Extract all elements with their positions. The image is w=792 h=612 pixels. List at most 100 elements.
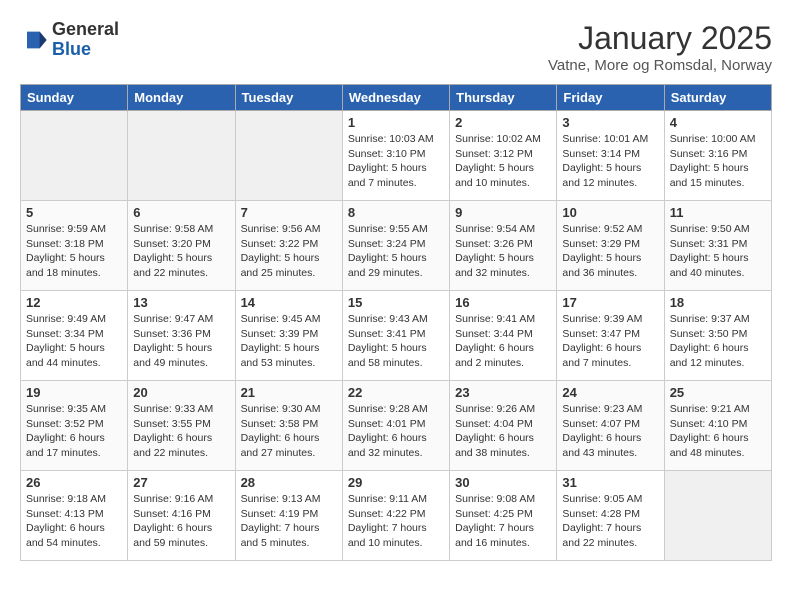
- day-number: 6: [133, 205, 229, 220]
- calendar-cell: 1 Sunrise: 10:03 AM Sunset: 3:10 PM Dayli…: [342, 111, 449, 201]
- day-info: Sunrise: 9:05 AM Sunset: 4:28 PM Dayligh…: [562, 492, 658, 551]
- day-info: Sunrise: 9:13 AM Sunset: 4:19 PM Dayligh…: [241, 492, 337, 551]
- calendar-cell: 26Sunrise: 9:18 AM Sunset: 4:13 PM Dayli…: [21, 471, 128, 561]
- logo-blue: Blue: [52, 40, 119, 60]
- day-info: Sunrise: 10:02 AM Sunset: 3:12 PM Daylig…: [455, 132, 551, 191]
- day-info: Sunrise: 9:33 AM Sunset: 3:55 PM Dayligh…: [133, 402, 229, 461]
- day-number: 16: [455, 295, 551, 310]
- calendar-cell: 29Sunrise: 9:11 AM Sunset: 4:22 PM Dayli…: [342, 471, 449, 561]
- calendar-cell: [21, 111, 128, 201]
- day-info: Sunrise: 9:47 AM Sunset: 3:36 PM Dayligh…: [133, 312, 229, 371]
- day-number: 24: [562, 385, 658, 400]
- calendar-cell: 11 Sunrise: 9:50 AM Sunset: 3:31 PM Dayli…: [664, 201, 771, 291]
- calendar-cell: 18 Sunrise: 9:37 AM Sunset: 3:50 PM Dayli…: [664, 291, 771, 381]
- day-info: Sunrise: 9:08 AM Sunset: 4:25 PM Dayligh…: [455, 492, 551, 551]
- calendar-cell: 20 Sunrise: 9:33 AM Sunset: 3:55 PM Dayli…: [128, 381, 235, 471]
- day-header-sunday: Sunday: [21, 85, 128, 111]
- logo: General Blue: [20, 20, 119, 60]
- calendar-cell: 5Sunrise: 9:59 AM Sunset: 3:18 PM Daylig…: [21, 201, 128, 291]
- day-number: 11: [670, 205, 766, 220]
- day-info: Sunrise: 9:30 AM Sunset: 3:58 PM Dayligh…: [241, 402, 337, 461]
- day-header-tuesday: Tuesday: [235, 85, 342, 111]
- day-info: Sunrise: 9:28 AM Sunset: 4:01 PM Dayligh…: [348, 402, 444, 461]
- day-info: Sunrise: 9:23 AM Sunset: 4:07 PM Dayligh…: [562, 402, 658, 461]
- title-block: January 2025 Vatne, More og Romsdal, Nor…: [548, 20, 772, 74]
- day-info: Sunrise: 9:59 AM Sunset: 3:18 PM Dayligh…: [26, 222, 122, 281]
- day-number: 8: [348, 205, 444, 220]
- day-number: 20: [133, 385, 229, 400]
- calendar-cell: 19Sunrise: 9:35 AM Sunset: 3:52 PM Dayli…: [21, 381, 128, 471]
- day-number: 14: [241, 295, 337, 310]
- calendar-cell: 28Sunrise: 9:13 AM Sunset: 4:19 PM Dayli…: [235, 471, 342, 561]
- day-info: Sunrise: 9:37 AM Sunset: 3:50 PM Dayligh…: [670, 312, 766, 371]
- calendar-cell: 7Sunrise: 9:56 AM Sunset: 3:22 PM Daylig…: [235, 201, 342, 291]
- day-info: Sunrise: 9:11 AM Sunset: 4:22 PM Dayligh…: [348, 492, 444, 551]
- page-header: General Blue January 2025 Vatne, More og…: [20, 20, 772, 74]
- calendar-week-2: 5Sunrise: 9:59 AM Sunset: 3:18 PM Daylig…: [21, 201, 772, 291]
- day-header-monday: Monday: [128, 85, 235, 111]
- day-header-thursday: Thursday: [450, 85, 557, 111]
- day-info: Sunrise: 9:45 AM Sunset: 3:39 PM Dayligh…: [241, 312, 337, 371]
- day-number: 2: [455, 115, 551, 130]
- day-number: 21: [241, 385, 337, 400]
- day-number: 27: [133, 475, 229, 490]
- calendar-cell: 17Sunrise: 9:39 AM Sunset: 3:47 PM Dayli…: [557, 291, 664, 381]
- calendar-cell: 24 Sunrise: 9:23 AM Sunset: 4:07 PM Dayli…: [557, 381, 664, 471]
- day-number: 26: [26, 475, 122, 490]
- calendar-cell: 13Sunrise: 9:47 AM Sunset: 3:36 PM Dayli…: [128, 291, 235, 381]
- day-info: Sunrise: 9:54 AM Sunset: 3:26 PM Dayligh…: [455, 222, 551, 281]
- day-info: Sunrise: 10:00 AM Sunset: 3:16 PM Daylig…: [670, 132, 766, 191]
- calendar-cell: 8 Sunrise: 9:55 AM Sunset: 3:24 PM Daylig…: [342, 201, 449, 291]
- day-info: Sunrise: 9:50 AM Sunset: 3:31 PM Dayligh…: [670, 222, 766, 281]
- day-info: Sunrise: 9:41 AM Sunset: 3:44 PM Dayligh…: [455, 312, 551, 371]
- calendar-cell: 3Sunrise: 10:01 AM Sunset: 3:14 PM Dayli…: [557, 111, 664, 201]
- day-number: 10: [562, 205, 658, 220]
- day-number: 12: [26, 295, 122, 310]
- calendar-cell: [664, 471, 771, 561]
- calendar-cell: 6 Sunrise: 9:58 AM Sunset: 3:20 PM Daylig…: [128, 201, 235, 291]
- calendar-week-4: 19Sunrise: 9:35 AM Sunset: 3:52 PM Dayli…: [21, 381, 772, 471]
- calendar-cell: 15 Sunrise: 9:43 AM Sunset: 3:41 PM Dayli…: [342, 291, 449, 381]
- day-info: Sunrise: 10:03 AM Sunset: 3:10 PM Daylig…: [348, 132, 444, 191]
- day-info: Sunrise: 9:58 AM Sunset: 3:20 PM Dayligh…: [133, 222, 229, 281]
- calendar-header-row: SundayMondayTuesdayWednesdayThursdayFrid…: [21, 85, 772, 111]
- day-number: 18: [670, 295, 766, 310]
- day-number: 31: [562, 475, 658, 490]
- day-info: Sunrise: 9:26 AM Sunset: 4:04 PM Dayligh…: [455, 402, 551, 461]
- day-number: 19: [26, 385, 122, 400]
- logo-icon: [20, 26, 48, 54]
- day-info: Sunrise: 9:56 AM Sunset: 3:22 PM Dayligh…: [241, 222, 337, 281]
- calendar: SundayMondayTuesdayWednesdayThursdayFrid…: [20, 84, 772, 561]
- calendar-cell: [128, 111, 235, 201]
- day-info: Sunrise: 9:21 AM Sunset: 4:10 PM Dayligh…: [670, 402, 766, 461]
- day-number: 9: [455, 205, 551, 220]
- calendar-cell: 14 Sunrise: 9:45 AM Sunset: 3:39 PM Dayli…: [235, 291, 342, 381]
- calendar-cell: 2 Sunrise: 10:02 AM Sunset: 3:12 PM Dayli…: [450, 111, 557, 201]
- calendar-cell: 16 Sunrise: 9:41 AM Sunset: 3:44 PM Dayli…: [450, 291, 557, 381]
- day-info: Sunrise: 9:55 AM Sunset: 3:24 PM Dayligh…: [348, 222, 444, 281]
- calendar-cell: 27 Sunrise: 9:16 AM Sunset: 4:16 PM Dayli…: [128, 471, 235, 561]
- calendar-cell: 12 Sunrise: 9:49 AM Sunset: 3:34 PM Dayli…: [21, 291, 128, 381]
- day-number: 15: [348, 295, 444, 310]
- calendar-week-1: 1 Sunrise: 10:03 AM Sunset: 3:10 PM Dayli…: [21, 111, 772, 201]
- calendar-cell: 23 Sunrise: 9:26 AM Sunset: 4:04 PM Dayli…: [450, 381, 557, 471]
- day-number: 4: [670, 115, 766, 130]
- month-title: January 2025: [548, 20, 772, 57]
- day-header-wednesday: Wednesday: [342, 85, 449, 111]
- day-number: 25: [670, 385, 766, 400]
- day-number: 22: [348, 385, 444, 400]
- day-info: Sunrise: 9:49 AM Sunset: 3:34 PM Dayligh…: [26, 312, 122, 371]
- day-info: Sunrise: 10:01 AM Sunset: 3:14 PM Daylig…: [562, 132, 658, 191]
- day-info: Sunrise: 9:16 AM Sunset: 4:16 PM Dayligh…: [133, 492, 229, 551]
- calendar-cell: 21 Sunrise: 9:30 AM Sunset: 3:58 PM Dayli…: [235, 381, 342, 471]
- logo-general: General: [52, 20, 119, 40]
- location: Vatne, More og Romsdal, Norway: [548, 57, 772, 74]
- day-header-friday: Friday: [557, 85, 664, 111]
- day-number: 1: [348, 115, 444, 130]
- calendar-cell: [235, 111, 342, 201]
- calendar-week-3: 12 Sunrise: 9:49 AM Sunset: 3:34 PM Dayli…: [21, 291, 772, 381]
- day-number: 23: [455, 385, 551, 400]
- calendar-cell: 10Sunrise: 9:52 AM Sunset: 3:29 PM Dayli…: [557, 201, 664, 291]
- day-info: Sunrise: 9:43 AM Sunset: 3:41 PM Dayligh…: [348, 312, 444, 371]
- day-header-saturday: Saturday: [664, 85, 771, 111]
